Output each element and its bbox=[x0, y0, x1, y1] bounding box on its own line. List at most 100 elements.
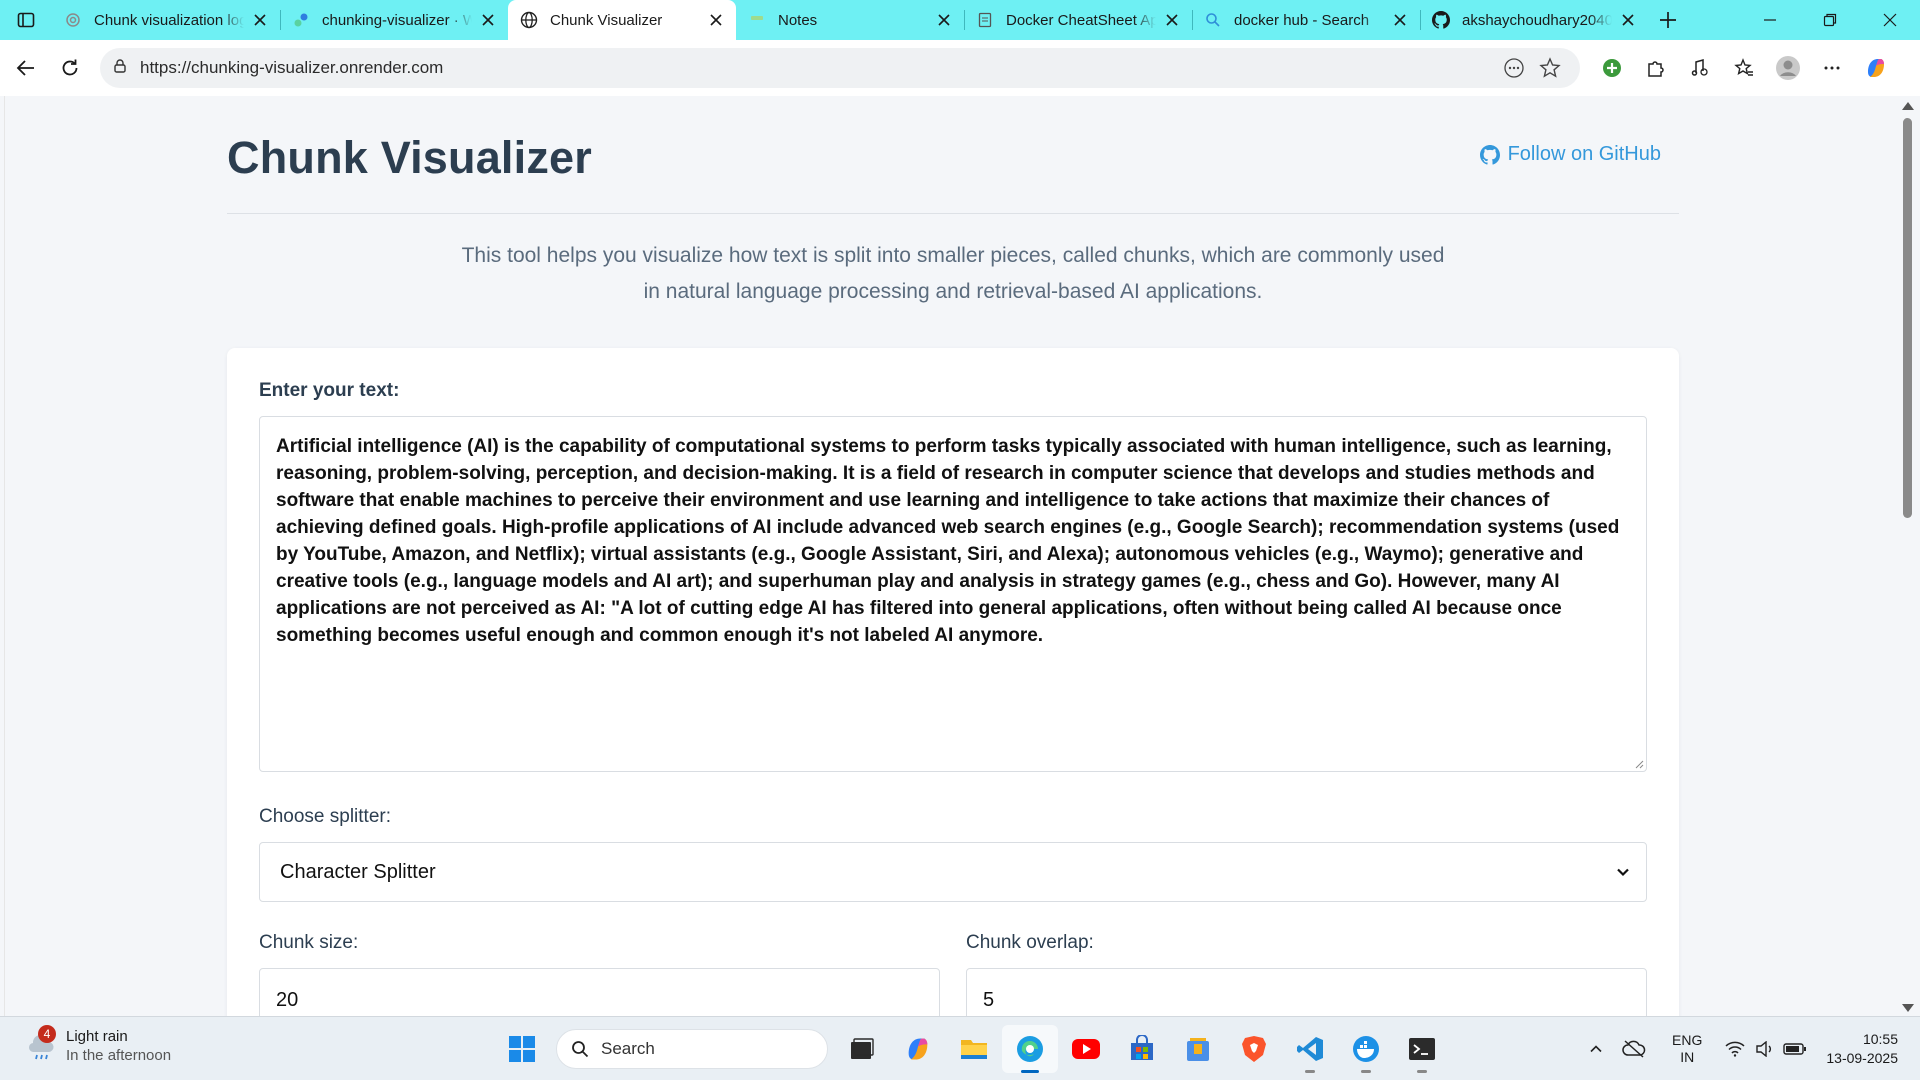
close-tab-icon[interactable] bbox=[934, 10, 954, 30]
favorite-star-icon[interactable] bbox=[1532, 50, 1568, 86]
browser-tab[interactable]: Docker CheatSheet Ap bbox=[964, 0, 1192, 40]
address-bar[interactable]: https://chunking-visualizer.onrender.com bbox=[100, 48, 1580, 88]
windows-logo-icon bbox=[509, 1036, 535, 1062]
chunk-overlap-input[interactable]: 5 bbox=[966, 968, 1647, 1016]
window-controls bbox=[1740, 0, 1920, 40]
tab-actions-button[interactable] bbox=[0, 0, 52, 40]
tab-title: chunking-visualizer · Web bbox=[322, 11, 472, 29]
edge-icon bbox=[1017, 1036, 1043, 1062]
minimize-button[interactable] bbox=[1740, 0, 1800, 40]
browser-tab[interactable]: chunking-visualizer · Web bbox=[280, 0, 508, 40]
edge-browser-button[interactable] bbox=[1002, 1025, 1058, 1073]
render-icon bbox=[292, 11, 310, 29]
restore-button[interactable] bbox=[1800, 0, 1860, 40]
brave-browser-button[interactable] bbox=[1226, 1025, 1282, 1073]
taskbar-search-placeholder: Search bbox=[601, 1039, 655, 1058]
text-input-label: Enter your text: bbox=[259, 380, 400, 401]
settings-more-icon[interactable] bbox=[1810, 48, 1854, 88]
browser-tab[interactable]: Chunk visualization logic bbox=[52, 0, 280, 40]
clock-date: 13-09-2025 bbox=[1826, 1050, 1898, 1066]
system-tray: ENG IN 10:55 13-09-2025 bbox=[1578, 1017, 1920, 1080]
language-top: ENG bbox=[1672, 1032, 1703, 1048]
folder-icon bbox=[961, 1040, 987, 1059]
github-icon bbox=[1479, 144, 1500, 165]
rain-cloud-icon: 4 bbox=[24, 1025, 58, 1063]
extension-green-icon[interactable] bbox=[1590, 48, 1634, 88]
favorites-icon[interactable] bbox=[1722, 48, 1766, 88]
show-hidden-icons-button[interactable] bbox=[1578, 1042, 1614, 1056]
close-tab-icon[interactable] bbox=[1390, 10, 1410, 30]
running-indicator bbox=[1305, 1070, 1315, 1073]
page-container: Chunk Visualizer Follow on GitHub This t… bbox=[227, 96, 1679, 1016]
close-tab-icon[interactable] bbox=[706, 10, 726, 30]
clock-time: 10:55 bbox=[1862, 1031, 1898, 1047]
brave-lion-icon bbox=[1242, 1036, 1266, 1062]
page-title: Chunk Visualizer bbox=[227, 131, 592, 183]
more-actions-icon[interactable] bbox=[1496, 50, 1532, 86]
splitter-selected-value: Character Splitter bbox=[280, 860, 436, 883]
search-icon bbox=[572, 1041, 589, 1058]
tab-actions-icon bbox=[17, 12, 35, 28]
back-button[interactable] bbox=[4, 48, 48, 88]
close-tab-icon[interactable] bbox=[478, 10, 498, 30]
extensions-puzzle-icon[interactable] bbox=[1634, 48, 1678, 88]
volume-icon[interactable] bbox=[1750, 1041, 1780, 1057]
url-text[interactable]: https://chunking-visualizer.onrender.com bbox=[140, 58, 1496, 78]
media-control-icon[interactable] bbox=[1678, 48, 1722, 88]
github-link-label: Follow on GitHub bbox=[1507, 143, 1661, 165]
file-explorer-button[interactable] bbox=[946, 1025, 1002, 1073]
chunk-size-input[interactable]: 20 bbox=[259, 968, 940, 1016]
browser-tab[interactable]: docker hub - Search bbox=[1192, 0, 1420, 40]
copilot-app-button[interactable] bbox=[890, 1025, 946, 1073]
language-indicator[interactable]: ENG IN bbox=[1672, 1032, 1702, 1066]
github-link[interactable]: Follow on GitHub bbox=[1479, 143, 1661, 166]
network-status-button[interactable] bbox=[1614, 1039, 1654, 1059]
microsoft-store-button[interactable] bbox=[1114, 1025, 1170, 1073]
scroll-down-arrow-icon[interactable] bbox=[1902, 1004, 1914, 1012]
task-view-button[interactable] bbox=[834, 1025, 890, 1073]
new-tab-button[interactable] bbox=[1648, 0, 1688, 40]
scrollbar-thumb[interactable] bbox=[1903, 118, 1912, 518]
close-icon bbox=[1883, 13, 1897, 27]
document-icon bbox=[976, 11, 994, 29]
app-button[interactable] bbox=[1170, 1025, 1226, 1073]
windows-taskbar: 4 Light rain In the afternoon Search ENG… bbox=[0, 1016, 1920, 1080]
chunk-overlap-label: Chunk overlap: bbox=[966, 932, 1094, 953]
vscode-button[interactable] bbox=[1282, 1025, 1338, 1073]
resize-grip-icon[interactable] bbox=[1634, 759, 1644, 769]
browser-tab-active[interactable]: Chunk Visualizer bbox=[508, 0, 736, 40]
terminal-button[interactable] bbox=[1394, 1025, 1450, 1073]
text-input-value: Artificial intelligence (AI) is the capa… bbox=[276, 436, 1620, 646]
intro-text: This tool helps you visualize how text i… bbox=[461, 244, 1445, 303]
running-indicator bbox=[1021, 1070, 1039, 1073]
site-info-icon[interactable] bbox=[112, 58, 128, 79]
copilot-icon[interactable] bbox=[1854, 48, 1898, 88]
refresh-button[interactable] bbox=[48, 48, 92, 88]
start-button[interactable] bbox=[494, 1025, 550, 1073]
wifi-icon[interactable] bbox=[1720, 1041, 1750, 1057]
close-tab-icon[interactable] bbox=[1162, 10, 1182, 30]
language-bottom: IN bbox=[1680, 1049, 1695, 1065]
youtube-app-button[interactable] bbox=[1058, 1025, 1114, 1073]
youtube-icon bbox=[1072, 1039, 1100, 1059]
browser-tab[interactable]: Notes bbox=[736, 0, 964, 40]
browser-toolbar: https://chunking-visualizer.onrender.com bbox=[0, 40, 1920, 96]
scroll-up-arrow-icon[interactable] bbox=[1902, 102, 1914, 110]
text-input-area[interactable]: Artificial intelligence (AI) is the capa… bbox=[259, 416, 1647, 772]
notes-icon bbox=[748, 11, 766, 29]
tab-title: docker hub - Search bbox=[1234, 11, 1370, 29]
browser-tab-strip: Chunk visualization logic chunking-visua… bbox=[0, 0, 1920, 40]
page-scrollbar[interactable] bbox=[1894, 96, 1920, 1016]
taskbar-search[interactable]: Search bbox=[556, 1029, 828, 1069]
clock[interactable]: 10:55 13-09-2025 bbox=[1826, 1030, 1898, 1068]
weather-widget[interactable]: 4 Light rain In the afternoon bbox=[24, 1025, 171, 1065]
docker-desktop-button[interactable] bbox=[1338, 1025, 1394, 1073]
close-tab-icon[interactable] bbox=[250, 10, 270, 30]
profile-avatar-icon[interactable] bbox=[1766, 48, 1810, 88]
browser-tab[interactable]: akshaychoudhary2040 bbox=[1420, 0, 1648, 40]
splitter-select[interactable]: Character Splitter bbox=[259, 842, 1647, 902]
task-view-icon bbox=[851, 1038, 874, 1059]
close-window-button[interactable] bbox=[1860, 0, 1920, 40]
battery-icon[interactable] bbox=[1780, 1042, 1810, 1056]
close-tab-icon[interactable] bbox=[1618, 10, 1638, 30]
